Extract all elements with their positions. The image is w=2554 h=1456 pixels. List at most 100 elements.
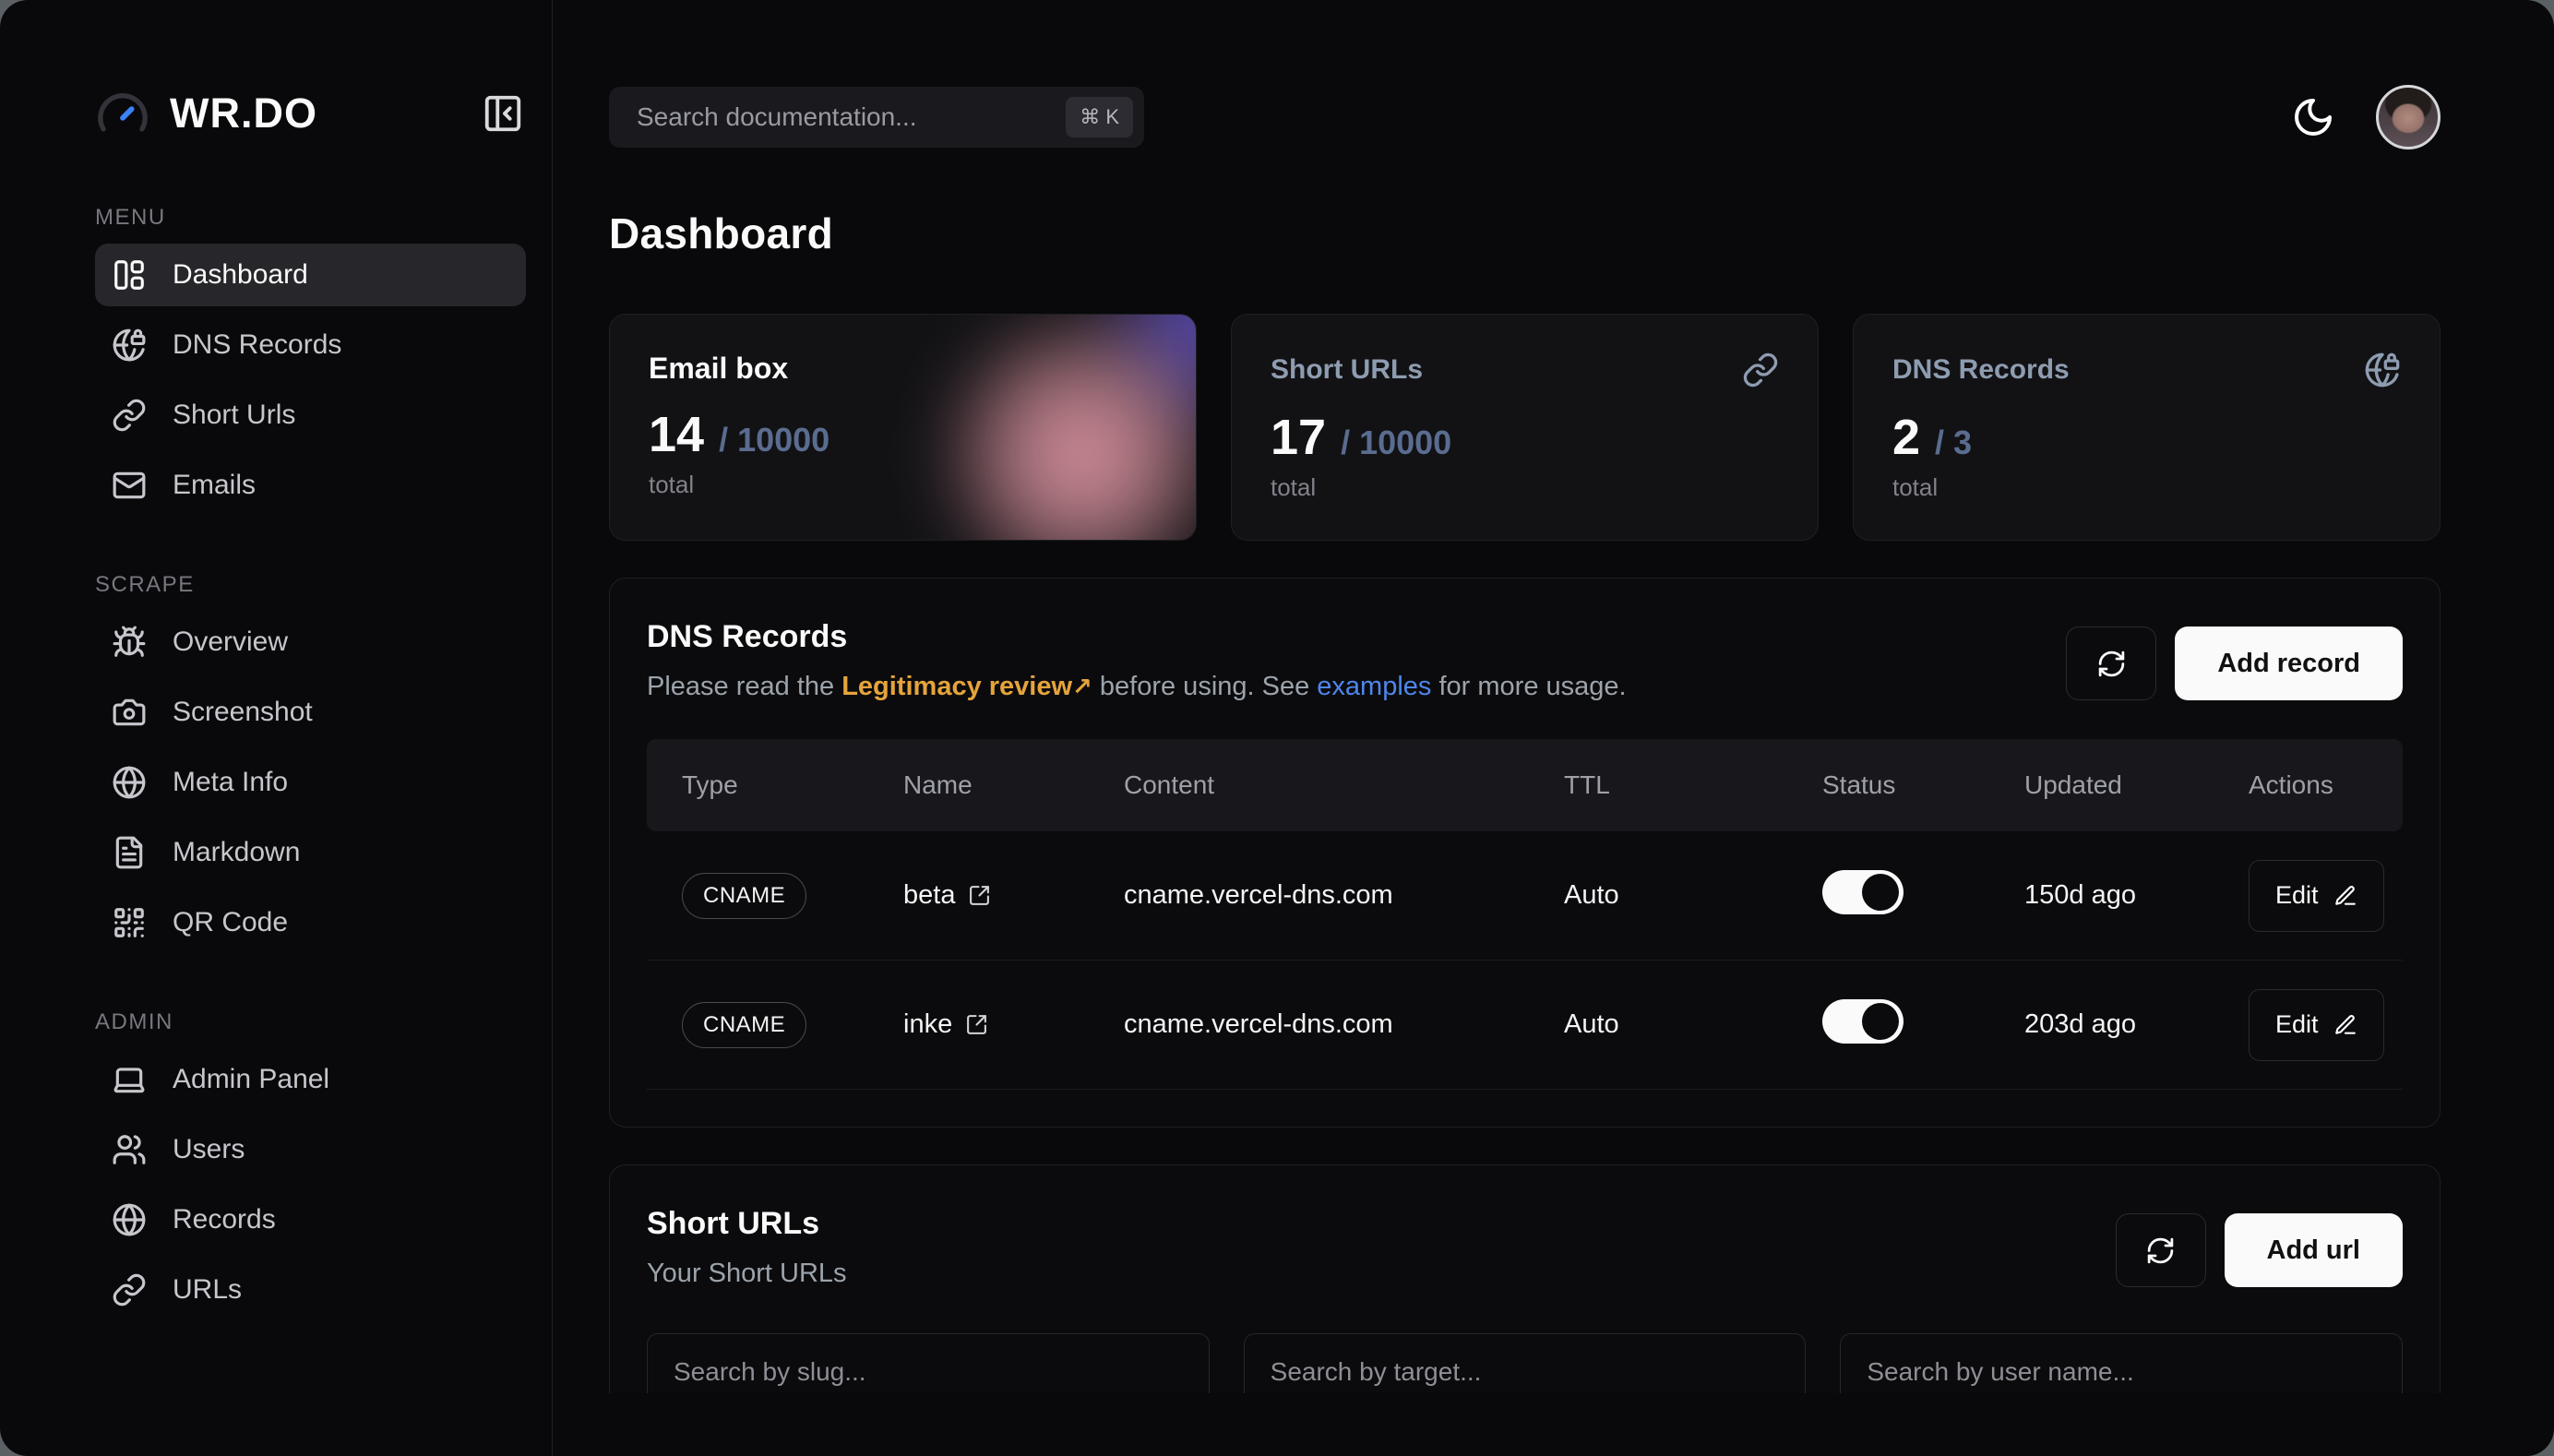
camera-icon (112, 695, 147, 730)
globe-lock-icon (112, 328, 147, 363)
column-header-content: Content (1124, 770, 1564, 800)
dns-section-subtitle: Please read the Legitimacy review↗ befor… (647, 672, 1627, 702)
link-icon (112, 1272, 147, 1307)
column-header-type: Type (682, 770, 903, 800)
record-name: beta (903, 880, 955, 911)
sidebar-item-short-urls[interactable]: Short Urls (95, 384, 526, 447)
dashboard-icon (112, 257, 147, 292)
record-updated: 203d ago (2024, 1009, 2249, 1040)
sidebar-item-qr-code[interactable]: QR Code (95, 891, 526, 954)
sidebar-nav: MENU Dashboard DNS Records Short Urls Em… (0, 205, 552, 1377)
mail-icon (112, 468, 147, 503)
link-icon (112, 398, 147, 433)
record-status-toggle[interactable] (1822, 999, 1904, 1044)
globe-icon (112, 765, 147, 800)
legitimacy-review-link[interactable]: Legitimacy review↗ (841, 672, 1092, 701)
sidebar-item-admin-panel[interactable]: Admin Panel (95, 1048, 526, 1111)
stat-limit: / 3 (1935, 424, 1972, 462)
toggle-knob (1862, 874, 1899, 911)
sidebar-item-records[interactable]: Records (95, 1188, 526, 1251)
dns-record-row: CNAME beta cname.vercel-dns.com Auto 150… (647, 831, 2403, 961)
dns-section-header: DNS Records Please read the Legitimacy r… (647, 619, 2403, 702)
short-urls-header: Short URLs Your Short URLs Add url (647, 1206, 2403, 1289)
short-urls-actions: Add url (2116, 1213, 2404, 1287)
theme-toggle-moon-icon[interactable] (2291, 95, 2335, 139)
filter-input-search-by-target[interactable] (1244, 1333, 1807, 1393)
sidebar-item-screenshot[interactable]: Screenshot (95, 681, 526, 744)
nav-section-label: ADMIN (95, 1009, 526, 1035)
globe-lock-icon (2364, 352, 2401, 388)
file-text-icon (112, 835, 147, 870)
stat-card-email-box: Email box 14 / 10000 total (609, 314, 1197, 541)
stat-value: 17 (1271, 409, 1326, 466)
refresh-urls-button[interactable] (2116, 1213, 2206, 1287)
column-header-ttl: TTL (1564, 770, 1822, 800)
edit-record-button[interactable]: Edit (2249, 860, 2384, 932)
filter-input-search-by-slug[interactable] (647, 1333, 1210, 1393)
record-name: inke (903, 1009, 952, 1040)
external-link-icon[interactable] (965, 1013, 988, 1036)
gauge-logo-icon (96, 87, 149, 140)
record-content: cname.vercel-dns.com (1124, 1009, 1564, 1040)
keyboard-shortcut-badge: ⌘ K (1066, 97, 1133, 137)
sidebar-item-emails[interactable]: Emails (95, 454, 526, 517)
qr-code-icon (112, 905, 147, 940)
search-documentation-box[interactable]: ⌘ K (609, 87, 1144, 148)
search-input[interactable] (635, 101, 1066, 133)
app-name: WR.DO (170, 90, 317, 137)
short-urls-section: Short URLs Your Short URLs Add url (609, 1164, 2441, 1393)
dns-records-table: TypeNameContentTTLStatusUpdatedActions C… (647, 739, 2403, 1090)
sidebar-item-dashboard[interactable]: Dashboard (95, 244, 526, 306)
stat-card-short-urls: Short URLs 17 / 10000 total (1231, 314, 1819, 541)
sidebar-item-markdown[interactable]: Markdown (95, 821, 526, 884)
stat-caption: total (649, 471, 1157, 499)
sidebar-item-dns-records[interactable]: DNS Records (95, 314, 526, 376)
sidebar-item-urls[interactable]: URLs (95, 1259, 526, 1321)
nav-section-menu: MENU Dashboard DNS Records Short Urls Em… (95, 205, 526, 517)
record-content: cname.vercel-dns.com (1124, 880, 1564, 911)
record-type-badge: CNAME (682, 873, 806, 919)
url-filters-row (647, 1333, 2403, 1393)
column-header-actions: Actions (2249, 770, 2403, 800)
sidebar-item-overview[interactable]: Overview (95, 611, 526, 674)
topbar-right (2291, 85, 2441, 149)
record-status-toggle[interactable] (1822, 870, 1904, 914)
dns-record-row: CNAME inke cname.vercel-dns.com Auto 203… (647, 961, 2403, 1090)
examples-link[interactable]: examples (1317, 672, 1431, 701)
nav-section-admin: ADMIN Admin Panel Users Records URLs (95, 1009, 526, 1321)
record-ttl: Auto (1564, 1009, 1822, 1040)
arrow-up-right-icon: ↗ (1072, 673, 1092, 700)
refresh-records-button[interactable] (2066, 627, 2156, 700)
edit-record-button[interactable]: Edit (2249, 989, 2384, 1061)
stat-card-title: Email box (649, 352, 788, 386)
users-icon (112, 1132, 147, 1167)
sidebar-collapse-button[interactable] (482, 92, 524, 135)
app-logo[interactable]: WR.DO (96, 87, 317, 140)
short-urls-title: Short URLs (647, 1206, 847, 1242)
sidebar-item-meta-info[interactable]: Meta Info (95, 751, 526, 814)
column-header-name: Name (903, 770, 1124, 800)
add-url-button[interactable]: Add url (2225, 1213, 2404, 1287)
stat-value: 14 (649, 406, 704, 463)
toggle-knob (1862, 1003, 1899, 1040)
short-urls-subtitle: Your Short URLs (647, 1259, 847, 1289)
stat-card-title: Short URLs (1271, 354, 1423, 386)
nav-section-scrape: SCRAPE Overview Screenshot Meta Info Mar… (95, 572, 526, 954)
record-updated: 150d ago (2024, 880, 2249, 911)
sidebar-item-users[interactable]: Users (95, 1118, 526, 1181)
user-avatar[interactable] (2376, 85, 2441, 149)
sidebar-header: WR.DO (96, 87, 524, 140)
nav-section-label: SCRAPE (95, 572, 526, 598)
filter-input-search-by-user-name[interactable] (1840, 1333, 2403, 1393)
external-link-icon[interactable] (968, 884, 991, 907)
dns-records-section: DNS Records Please read the Legitimacy r… (609, 578, 2441, 1128)
record-ttl: Auto (1564, 880, 1822, 911)
table-header-row: TypeNameContentTTLStatusUpdatedActions (647, 739, 2403, 831)
column-header-updated: Updated (2024, 770, 2249, 800)
stat-value: 2 (1892, 409, 1920, 466)
page-title: Dashboard (609, 209, 2441, 258)
stat-card-title: DNS Records (1892, 354, 2070, 386)
add-record-button[interactable]: Add record (2175, 627, 2403, 700)
stat-caption: total (1892, 473, 2401, 502)
app-window: WR.DO MENU Dashboard DNS Records Short U… (0, 0, 2554, 1456)
